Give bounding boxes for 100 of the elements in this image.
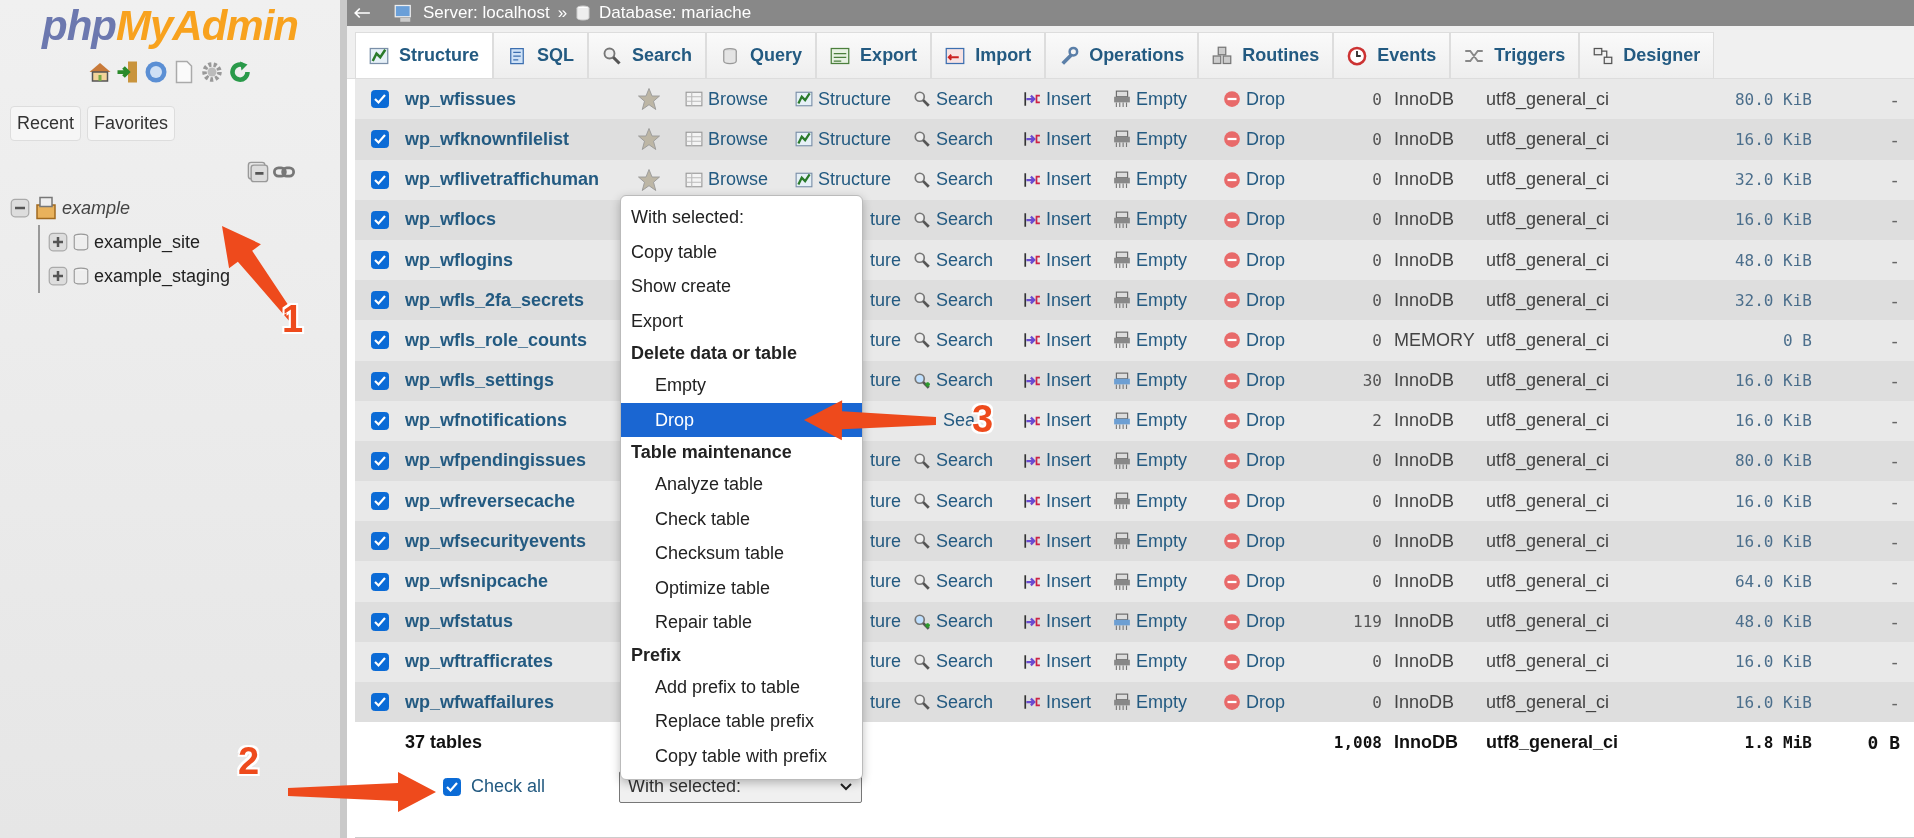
action-link[interactable]: Search (913, 169, 1023, 191)
checkbox[interactable] (371, 170, 389, 189)
reload-icon[interactable] (228, 60, 252, 84)
breadcrumb-link[interactable]: Database: mariache (599, 3, 752, 24)
star-icon[interactable] (637, 167, 661, 192)
collapse-icon[interactable] (10, 198, 30, 218)
checkbox[interactable] (371, 291, 389, 310)
tab[interactable]: Structure (355, 32, 493, 79)
menu-option[interactable]: With selected: (621, 200, 862, 235)
action-link[interactable]: Search (913, 450, 1023, 472)
action-link[interactable]: Empty (1113, 289, 1223, 311)
action-link[interactable]: Search (913, 611, 1023, 633)
checkbox[interactable] (371, 532, 389, 551)
action-link[interactable]: Search (913, 128, 1023, 150)
action-link[interactable]: Drop (1223, 88, 1308, 110)
expand-icon[interactable] (48, 232, 68, 252)
action-link[interactable]: Empty (1113, 611, 1223, 633)
action-link[interactable]: Empty (1113, 169, 1223, 191)
action-link[interactable]: Insert (1023, 249, 1113, 271)
action-link[interactable]: Browse (685, 88, 795, 110)
checkbox[interactable] (371, 251, 389, 270)
checkbox[interactable] (371, 411, 389, 430)
checkbox[interactable] (371, 90, 389, 109)
action-link[interactable]: Empty (1113, 128, 1223, 150)
checkbox[interactable] (371, 572, 389, 591)
action-link[interactable]: Insert (1023, 128, 1113, 150)
checkbox[interactable] (371, 612, 389, 631)
action-link[interactable]: Search (913, 209, 1023, 231)
menu-option[interactable]: Empty (621, 368, 862, 403)
action-link[interactable]: Drop (1223, 169, 1308, 191)
menu-option[interactable]: Replace table prefix (621, 704, 862, 739)
action-link[interactable]: Search (913, 249, 1023, 271)
action-link[interactable]: Drop (1223, 128, 1308, 150)
star-icon[interactable] (637, 127, 661, 152)
checkbox[interactable] (371, 331, 389, 350)
action-link[interactable]: Empty (1113, 490, 1223, 512)
menu-option[interactable]: Repair table (621, 605, 862, 640)
action-link[interactable]: Empty (1113, 88, 1223, 110)
action-link[interactable]: Empty (1113, 249, 1223, 271)
menu-option[interactable]: Export (621, 303, 862, 338)
tab[interactable]: Import (931, 32, 1046, 79)
tree-item[interactable]: example_site (94, 231, 201, 253)
action-link[interactable]: Search (913, 691, 1023, 713)
menu-option[interactable]: Check table (621, 501, 862, 536)
tab[interactable]: Events (1333, 32, 1451, 79)
action-link[interactable]: Drop (1223, 490, 1308, 512)
tab[interactable]: Search (588, 32, 707, 79)
menu-option[interactable]: Checksum table (621, 536, 862, 571)
checkbox[interactable] (371, 210, 389, 229)
star-icon[interactable] (637, 87, 661, 112)
action-link[interactable]: Insert (1023, 370, 1113, 392)
menu-option[interactable]: Show create (621, 269, 862, 304)
menu-option[interactable]: Analyze table (621, 467, 862, 502)
action-link[interactable]: Search (913, 289, 1023, 311)
action-link[interactable]: Insert (1023, 169, 1113, 191)
action-link[interactable]: Insert (1023, 88, 1113, 110)
action-link[interactable]: Insert (1023, 571, 1113, 593)
menu-option[interactable]: Optimize table (621, 570, 862, 605)
action-link[interactable]: Insert (1023, 450, 1113, 472)
action-link[interactable]: Insert (1023, 530, 1113, 552)
action-link[interactable]: Drop (1223, 691, 1308, 713)
action-link[interactable]: Empty (1113, 370, 1223, 392)
action-link[interactable]: Insert (1023, 490, 1113, 512)
tab[interactable]: Routines (1198, 32, 1334, 79)
action-link[interactable]: Empty (1113, 410, 1223, 432)
checkbox[interactable] (443, 777, 461, 796)
action-link[interactable]: Browse (685, 128, 795, 150)
tab[interactable]: Designer (1579, 32, 1715, 79)
action-link[interactable]: Drop (1223, 329, 1308, 351)
action-link[interactable]: Search (913, 530, 1023, 552)
action-link[interactable]: Insert (1023, 209, 1113, 231)
breadcrumb-link[interactable]: Server: localhost (423, 3, 550, 24)
action-link[interactable]: Search (913, 571, 1023, 593)
action-link[interactable]: Empty (1113, 530, 1223, 552)
tab[interactable]: SQL (493, 32, 589, 79)
table-name-link[interactable]: wp_wflivetraffichuman (405, 169, 637, 191)
action-link[interactable]: Search (913, 370, 1023, 392)
action-link[interactable]: Insert (1023, 611, 1113, 633)
action-link[interactable]: Drop (1223, 611, 1308, 633)
collapse-all-icon[interactable] (247, 161, 269, 183)
action-link[interactable]: Insert (1023, 691, 1113, 713)
checkbox[interactable] (371, 451, 389, 470)
checkbox[interactable] (371, 130, 389, 149)
tab[interactable]: Query (706, 32, 817, 79)
tree-item[interactable]: example_staging (94, 265, 231, 287)
action-link[interactable]: Drop (1223, 651, 1308, 673)
action-link[interactable]: Browse (685, 169, 795, 191)
action-link[interactable]: Structure (795, 128, 913, 150)
exit-icon[interactable] (116, 60, 140, 84)
action-link[interactable]: Drop (1223, 571, 1308, 593)
expand-icon[interactable] (48, 266, 68, 286)
action-link[interactable]: Search (913, 490, 1023, 512)
app-logo[interactable]: phpMyAdmin (42, 2, 298, 50)
menu-option[interactable]: Add prefix to table (621, 669, 862, 704)
back-arrow-icon[interactable] (353, 6, 371, 21)
action-link[interactable]: Drop (1223, 410, 1308, 432)
home-icon[interactable] (88, 60, 112, 84)
checkbox[interactable] (371, 371, 389, 390)
menu-option[interactable]: Copy table with prefix (621, 738, 862, 773)
action-link[interactable]: Empty (1113, 651, 1223, 673)
